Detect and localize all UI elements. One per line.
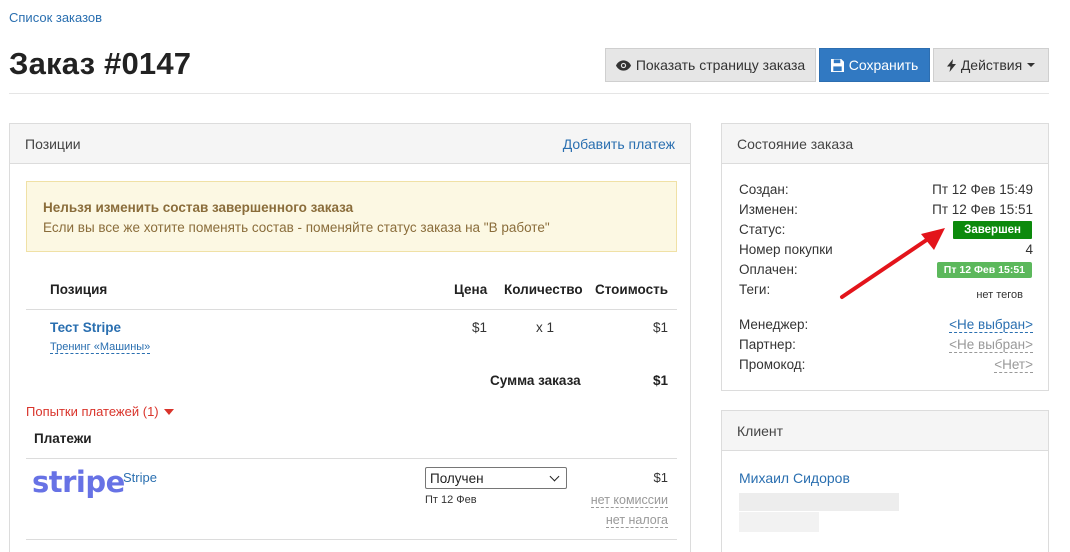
payment-date: Пт 12 Фев [425,494,477,506]
header-divider [9,93,1049,94]
promo-label: Промокод: [739,357,806,372]
status-badge[interactable]: Завершен [953,221,1032,239]
item-cost: $1 [652,320,668,335]
client-panel-header: Клиент [722,411,1048,451]
positions-panel-header: Позиции Добавить платеж [10,124,690,164]
positions-panel: Позиции Добавить платеж Нельзя изменить … [9,123,691,552]
tags-label: Теги: [739,282,771,297]
show-order-page-label: Показать страницу заказа [635,57,806,73]
column-header-cost: Стоимость [594,282,668,297]
client-name-link[interactable]: Михаил Сидоров [739,470,850,486]
payment-commission-link[interactable]: нет комиссии [590,493,668,508]
order-status-header: Состояние заказа [722,124,1048,164]
order-status-title: Состояние заказа [737,135,854,152]
payments-bottom-divider [26,539,677,540]
manager-select-link[interactable]: <Не выбран> [949,317,1033,333]
created-label: Создан: [739,182,789,197]
actions-dropdown-button[interactable]: Действия [933,48,1049,82]
breadcrumb[interactable]: Список заказов [9,10,102,25]
payment-attempts-label: Попытки платежей (1) [26,404,159,419]
item-quantity: x 1 [536,320,555,335]
chevron-down-icon [549,471,560,481]
save-label: Сохранить [848,57,919,73]
item-name-link[interactable]: Тест Stripe [50,320,121,335]
order-sum-label: Сумма заказа [490,373,581,388]
created-value: Пт 12 Фев 15:49 [932,182,1033,197]
payment-status-select[interactable]: Получен [425,467,567,489]
payment-method-link[interactable]: Stripe [123,470,157,485]
partner-label: Партнер: [739,337,796,352]
column-header-position: Позиция [50,282,108,297]
save-button[interactable]: Сохранить [819,48,930,82]
status-label: Статус: [739,222,786,237]
payment-tax-link[interactable]: нет налога [605,513,668,528]
payments-title: Платежи [34,431,92,446]
table-header-divider [26,309,677,310]
payment-attempts-toggle[interactable]: Попытки платежей (1) [26,404,174,419]
warning-alert: Нельзя изменить состав завершенного зака… [26,181,677,252]
blurred-contact-secondary [739,512,819,532]
payments-header-divider [26,458,677,459]
stripe-logo: stripe [32,465,125,499]
annotation-arrow-icon [840,228,945,299]
column-header-price: Цена [454,282,488,297]
promo-select-link[interactable]: <Нет> [994,357,1033,373]
changed-label: Изменен: [739,202,798,217]
page-title: Заказ #0147 [9,46,192,81]
purchase-number-label: Номер покупки [739,242,833,257]
paid-badge: Пт 12 Фев 15:51 [936,262,1032,278]
positions-panel-title: Позиции [25,135,81,152]
changed-value: Пт 12 Фев 15:51 [932,202,1033,217]
item-product-link[interactable]: Тренинг «Машины» [50,341,151,354]
paid-label: Оплачен: [739,262,798,277]
eye-icon [615,59,631,71]
add-payment-link[interactable]: Добавить платеж [563,136,675,152]
triangle-down-icon [163,408,174,415]
blurred-contact [739,493,899,511]
payment-amount: $1 [653,470,668,485]
alert-text: Если вы все же хотите поменять состав - … [43,220,550,235]
caret-down-icon [1027,63,1036,67]
item-price: $1 [471,320,487,335]
alert-title: Нельзя изменить состав завершенного зака… [43,200,354,215]
order-sum-value: $1 [652,373,668,388]
purchase-number-value: 4 [1025,242,1033,257]
bolt-icon [946,58,956,72]
tags-value[interactable]: нет тегов [976,289,1023,301]
manager-label: Менеджер: [739,317,809,332]
partner-select-link[interactable]: <Не выбран> [949,337,1033,353]
client-panel-title: Клиент [737,422,784,439]
floppy-disk-icon [830,58,844,72]
client-panel: Клиент Михаил Сидоров [721,410,1049,552]
column-header-quantity: Количество [504,282,583,297]
show-order-page-button[interactable]: Показать страницу заказа [605,48,816,82]
payment-status-value: Получен [430,470,484,486]
actions-label: Действия [960,57,1023,73]
